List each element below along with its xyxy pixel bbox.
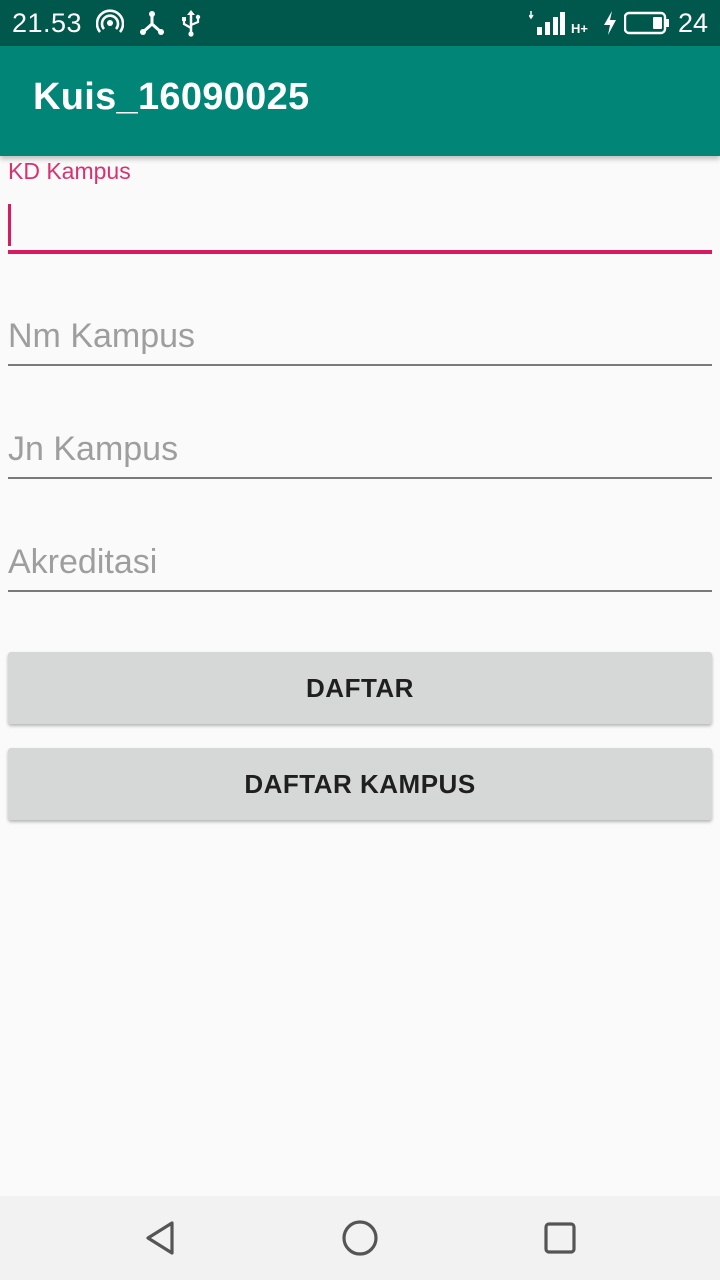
recents-icon[interactable] bbox=[538, 1216, 582, 1260]
status-bar: 21.53 H+ 24 bbox=[0, 0, 720, 46]
back-icon[interactable] bbox=[138, 1216, 182, 1260]
kd-kampus-field[interactable]: KD Kampus bbox=[8, 156, 712, 256]
nm-kampus-field[interactable] bbox=[8, 306, 712, 366]
navigation-bar bbox=[0, 1196, 720, 1280]
status-bar-right: H+ 24 bbox=[528, 7, 708, 39]
signal-icon bbox=[528, 9, 565, 37]
form-content: KD Kampus DAFTAR DAFTAR KAMPUS bbox=[0, 156, 720, 1196]
daftar-button[interactable]: DAFTAR bbox=[8, 652, 712, 724]
kd-kampus-label: KD Kampus bbox=[8, 158, 131, 184]
akreditasi-field[interactable] bbox=[8, 532, 712, 592]
network-type: H+ bbox=[570, 20, 588, 36]
charging-icon bbox=[602, 10, 618, 36]
battery-icon bbox=[623, 10, 670, 36]
kd-kampus-input[interactable] bbox=[8, 200, 712, 248]
battery-percent: 24 bbox=[677, 7, 708, 38]
share-icon bbox=[138, 9, 166, 37]
home-icon[interactable] bbox=[338, 1216, 382, 1260]
status-bar-left: 21.53 bbox=[12, 8, 202, 39]
kd-kampus-underline bbox=[8, 250, 712, 254]
daftar-kampus-button[interactable]: DAFTAR KAMPUS bbox=[8, 748, 712, 820]
akreditasi-underline bbox=[8, 590, 712, 592]
jn-kampus-underline bbox=[8, 477, 712, 479]
nm-kampus-underline bbox=[8, 364, 712, 366]
nm-kampus-input[interactable] bbox=[8, 314, 712, 358]
hotspot-icon bbox=[96, 9, 125, 37]
status-time: 21.53 bbox=[12, 7, 83, 38]
akreditasi-input[interactable] bbox=[8, 540, 712, 584]
app-bar: Kuis_16090025 bbox=[0, 46, 720, 156]
app-title: Kuis_16090025 bbox=[33, 76, 310, 118]
usb-icon bbox=[180, 9, 202, 37]
jn-kampus-field[interactable] bbox=[8, 419, 712, 479]
jn-kampus-input[interactable] bbox=[8, 427, 712, 471]
